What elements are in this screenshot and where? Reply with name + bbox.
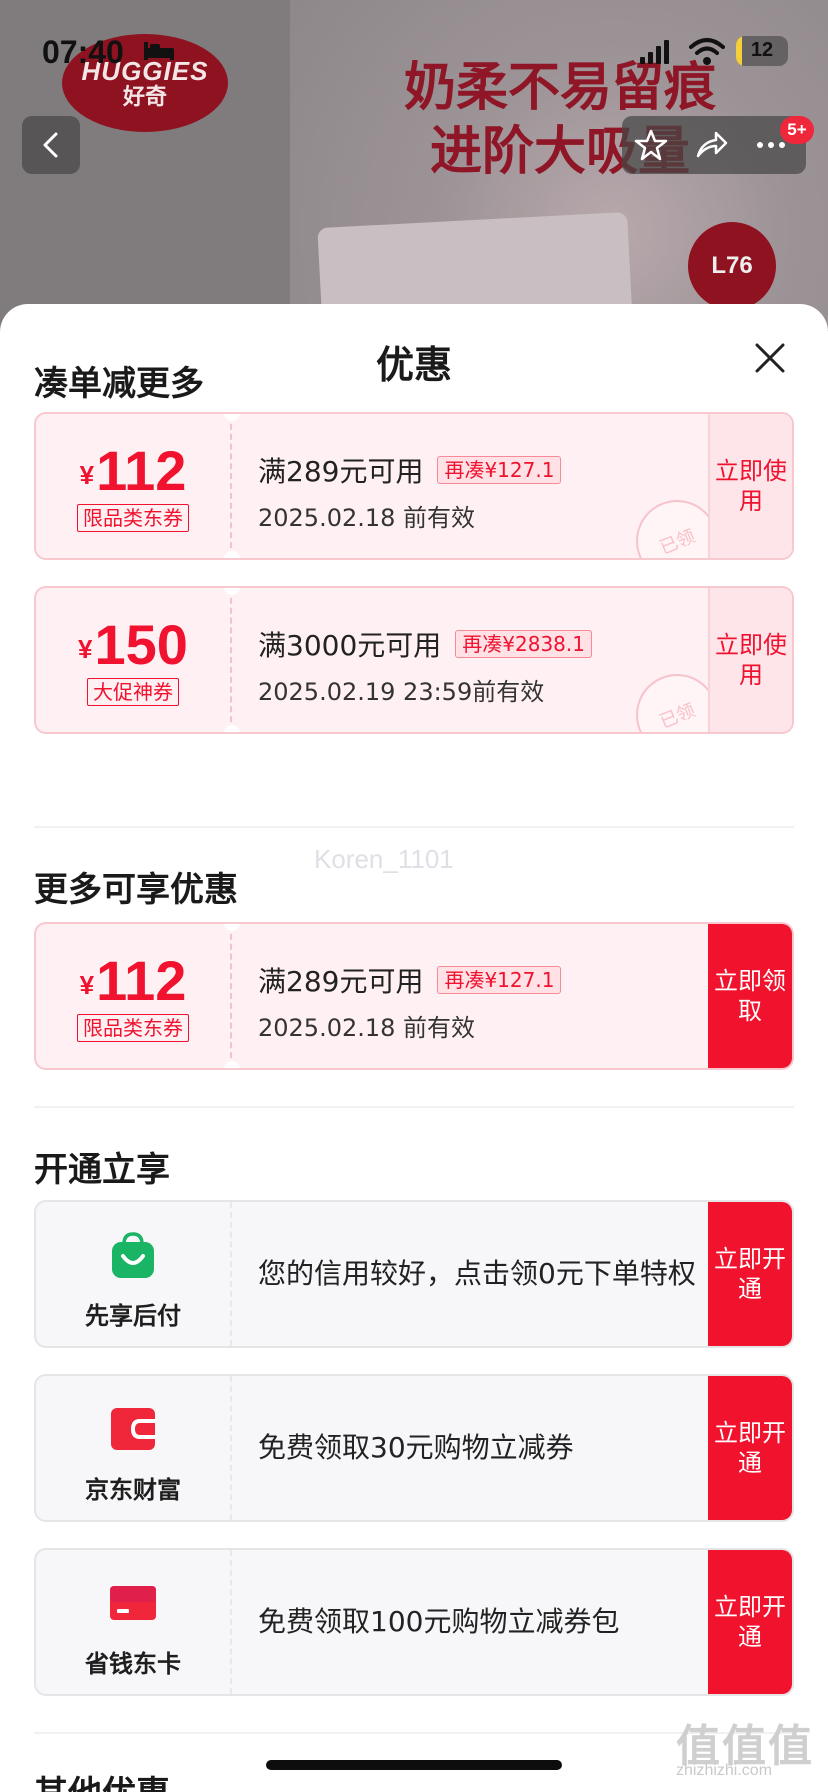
service-name: 省钱东卡 [85, 1650, 181, 1678]
section-title-other: 其他优惠 [34, 1766, 170, 1792]
card-icon [110, 1586, 156, 1620]
coupon-validity: 2025.02.18 前有效 [258, 504, 476, 532]
coupon-condition: 满289元可用 [258, 965, 424, 998]
coupon-amount: ¥112 [36, 948, 230, 1013]
coupon-card: ¥112 限品类东券 满289元可用 再凑¥127.1 2025.02.18 前… [34, 922, 794, 1070]
discount-sheet: 优惠 凑单减更多 ¥112 限品类东券 满289元可用 再凑¥127.1 202… [0, 304, 828, 1792]
activate-now-button[interactable]: 立即开通 [708, 1550, 792, 1694]
sleep-mode-icon [144, 42, 174, 60]
activate-now-button[interactable]: 立即开通 [708, 1376, 792, 1520]
share-icon[interactable] [694, 128, 728, 162]
service-name: 先享后付 [85, 1302, 181, 1330]
coupon-remaining-badge: 再凑¥127.1 [437, 456, 562, 484]
service-name: 京东财富 [85, 1476, 181, 1504]
coupon-condition: 满289元可用 [258, 455, 424, 488]
coupon-validity: 2025.02.19 23:59前有效 [258, 678, 545, 706]
coupon-validity: 2025.02.18 前有效 [258, 1014, 476, 1042]
battery-level: 12 [750, 39, 774, 61]
coupon-type-tag: 大促神券 [87, 678, 179, 706]
coupon-remaining-badge: 再凑¥127.1 [437, 966, 562, 994]
battery-indicator: 12 [736, 36, 788, 66]
use-now-button[interactable]: 立即使用 [708, 414, 792, 558]
close-icon[interactable] [752, 340, 788, 376]
service-brand-area: 省钱东卡 [36, 1550, 232, 1694]
service-card: 省钱东卡 免费领取100元购物立减券包 立即开通 [34, 1548, 794, 1696]
coupon-type-tag: 限品类东券 [77, 504, 189, 532]
currency-symbol: ¥ [78, 634, 93, 664]
coupon-value-area: ¥112 限品类东券 [36, 414, 232, 558]
coupon-amount: ¥112 [36, 438, 230, 503]
coupon-condition-row: 满289元可用 再凑¥127.1 [258, 960, 562, 1000]
wifi-icon [689, 38, 725, 65]
section-title-open: 开通立享 [34, 1150, 170, 1190]
service-details: 免费领取100元购物立减券包 [258, 1550, 702, 1694]
service-details: 免费领取30元购物立减券 [258, 1376, 702, 1520]
ticket-notch [224, 551, 240, 558]
coupon-value-area: ¥112 限品类东券 [36, 924, 232, 1068]
service-card: 先享后付 您的信用较好，点击领0元下单特权 立即开通 [34, 1200, 794, 1348]
service-description: 免费领取30元购物立减券 [258, 1431, 574, 1464]
service-card: 京东财富 免费领取30元购物立减券 立即开通 [34, 1374, 794, 1522]
section-divider [34, 826, 794, 828]
service-brand-area: 京东财富 [36, 1376, 232, 1520]
ticket-notch [224, 725, 240, 732]
shopping-bag-icon [112, 1232, 154, 1278]
service-brand-area: 先享后付 [36, 1202, 232, 1346]
coupon-amount-value: 112 [96, 949, 187, 1012]
brand-logo-cn: 好奇 [122, 84, 167, 110]
section-divider [34, 1106, 794, 1108]
coupon-condition-row: 满289元可用 再凑¥127.1 [258, 450, 562, 490]
coupon-card: ¥112 限品类东券 满289元可用 再凑¥127.1 2025.02.18 前… [34, 412, 794, 560]
favorite-star-icon[interactable] [634, 128, 668, 162]
status-time: 07:40 [42, 34, 124, 70]
wallet-icon [111, 1408, 155, 1450]
size-badge: L76 [688, 222, 776, 310]
user-watermark: Koren_1101 [314, 844, 454, 874]
service-description: 免费领取100元购物立减券包 [258, 1605, 620, 1638]
service-description: 您的信用较好，点击领0元下单特权 [258, 1257, 696, 1290]
service-details: 您的信用较好，点击领0元下单特权 [258, 1202, 702, 1346]
coupon-card: ¥150 大促神券 满3000元可用 再凑¥2838.1 2025.02.19 … [34, 586, 794, 734]
coupon-condition: 满3000元可用 [258, 629, 442, 662]
cellular-signal-icon [640, 40, 669, 64]
coupon-amount-value: 112 [96, 439, 187, 502]
site-watermark-url: zhizhizhi.com [676, 1762, 773, 1779]
coupon-amount-value: 150 [94, 613, 188, 676]
coupon-condition-row: 满3000元可用 再凑¥2838.1 [258, 624, 592, 664]
coupon-value-area: ¥150 大促神券 [36, 588, 232, 732]
nav-actions [622, 116, 806, 174]
notification-badge: 5+ [780, 116, 814, 144]
coupon-details: 满289元可用 再凑¥127.1 2025.02.18 前有效 [258, 924, 702, 1068]
home-indicator[interactable] [266, 1760, 562, 1770]
back-button[interactable] [22, 116, 80, 174]
status-bar: 07:40 12 [0, 26, 828, 76]
currency-symbol: ¥ [79, 970, 95, 1000]
coupon-amount: ¥150 [36, 612, 230, 677]
chevron-left-icon [43, 132, 58, 158]
activate-now-button[interactable]: 立即开通 [708, 1202, 792, 1346]
use-now-button[interactable]: 立即使用 [708, 588, 792, 732]
section-title-more: 更多可享优惠 [34, 870, 238, 910]
ticket-notch [224, 1061, 240, 1068]
section-title-bundle: 凑单减更多 [34, 364, 204, 404]
currency-symbol: ¥ [79, 460, 95, 490]
coupon-remaining-badge: 再凑¥2838.1 [455, 630, 592, 658]
claim-now-button[interactable]: 立即领取 [708, 924, 792, 1068]
coupon-type-tag: 限品类东券 [77, 1014, 189, 1042]
